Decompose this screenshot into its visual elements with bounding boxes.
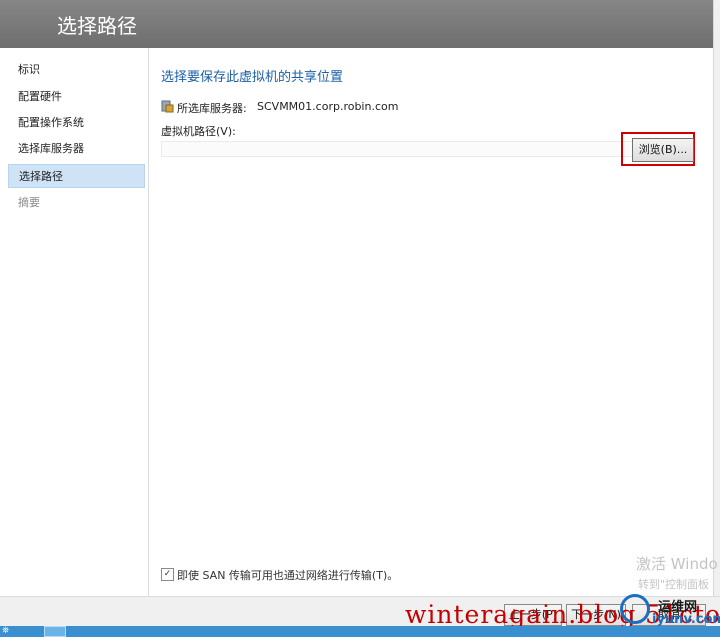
wizard-header: 选择路径	[0, 0, 713, 48]
wizard-content: 选择要保存此虚拟机的共享位置 所选库服务器: SCVMM01.corp.robi…	[149, 48, 713, 596]
san-transfer-checkbox[interactable]: ✓	[161, 568, 174, 581]
vm-path-input[interactable]	[161, 141, 639, 157]
taskbar-app-icon[interactable]	[44, 626, 66, 637]
vm-path-label: 虚拟机路径(V):	[161, 125, 236, 138]
nav-item-identity[interactable]: 标识	[8, 58, 145, 82]
san-transfer-label: 即使 SAN 传输可用也通过网络进行传输(T)。	[177, 569, 399, 582]
page-title: 选择路径	[57, 14, 137, 38]
browse-button[interactable]: 浏览(B)...	[632, 138, 694, 162]
taskbar: ⛯	[0, 626, 720, 637]
activate-windows-watermark: 激活 Windo	[636, 555, 718, 573]
window-right-edge	[713, 0, 720, 600]
nav-item-select-library-server[interactable]: 选择库服务器	[8, 137, 145, 161]
wizard-step-nav: 标识 配置硬件 配置操作系统 选择库服务器 选择路径 摘要	[0, 48, 149, 596]
site-logo-icon	[620, 594, 650, 624]
nav-item-configure-os[interactable]: 配置操作系统	[8, 111, 145, 135]
library-server-icon	[161, 100, 174, 113]
nav-item-summary: 摘要	[18, 196, 40, 209]
section-title: 选择要保存此虚拟机的共享位置	[161, 70, 344, 85]
nav-item-select-path[interactable]: 选择路径	[8, 164, 145, 188]
taskbar-network-icon[interactable]: ⛯	[2, 626, 16, 637]
nav-item-configure-hardware[interactable]: 配置硬件	[8, 85, 145, 109]
library-server-label: 所选库服务器:	[177, 102, 247, 115]
site-url-watermark: iyunv.com	[652, 612, 720, 627]
library-server-value: SCVMM01.corp.robin.com	[257, 100, 399, 113]
activate-windows-hint: 转到"控制面板	[638, 578, 710, 591]
